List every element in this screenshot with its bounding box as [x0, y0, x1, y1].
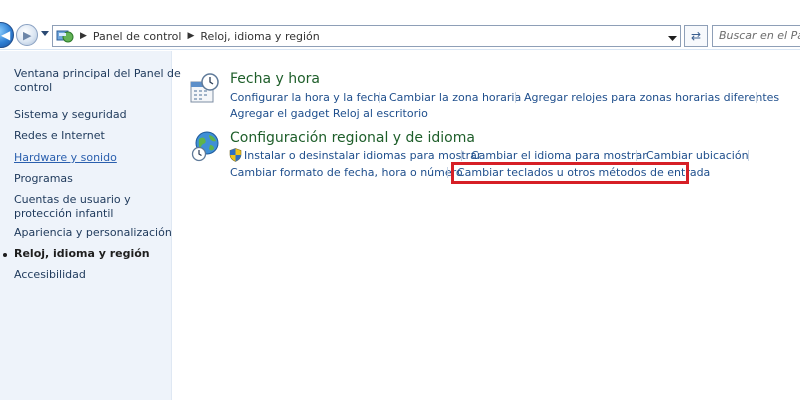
navigation-bar: ◀ ▶ ▶ Panel de control ▶ Reloj, idioma y… — [0, 0, 800, 50]
section-title-fecha-hora[interactable]: Fecha y hora — [230, 71, 320, 87]
recent-pages-dropdown-icon[interactable] — [41, 31, 49, 37]
breadcrumb-item-reloj-idioma-region[interactable]: Reloj, idioma y región — [200, 30, 319, 43]
breadcrumb-separator-icon[interactable]: ▶ — [187, 31, 194, 41]
link-instalar-idiomas[interactable]: Instalar o desinstalar idiomas para most… — [244, 149, 481, 162]
link-separator — [447, 167, 448, 178]
back-arrow-icon: ◀ — [1, 28, 11, 42]
sidebar-item-programas[interactable]: Programas — [14, 172, 73, 186]
forward-arrow-icon: ▶ — [23, 29, 32, 42]
breadcrumb-item-panel-de-control[interactable]: Panel de control — [93, 30, 182, 43]
sidebar-item-sistema-seguridad[interactable]: Sistema y seguridad — [14, 108, 127, 122]
address-bar[interactable]: ▶ Panel de control ▶ Reloj, idioma y reg… — [52, 25, 681, 47]
sidebar-item-cuentas-usuario[interactable]: Cuentas de usuario y — [14, 193, 131, 207]
globe-clock-icon[interactable] — [190, 130, 222, 162]
link-agregar-gadget-reloj[interactable]: Agregar el gadget Reloj al escritorio — [230, 107, 428, 120]
link-cambiar-formato-fecha[interactable]: Cambiar formato de fecha, hora o número — [230, 166, 463, 179]
link-separator — [461, 150, 462, 161]
section-title-configuracion-regional[interactable]: Configuración regional y de idioma — [230, 130, 475, 146]
current-item-bullet-icon — [3, 253, 7, 257]
highlight-annotation-box — [451, 162, 689, 184]
link-configurar-hora-fecha[interactable]: Configurar la hora y la fecha — [230, 91, 387, 104]
link-cambiar-ubicacion[interactable]: Cambiar ubicación — [646, 149, 749, 162]
refresh-button[interactable]: ⇄ — [684, 25, 708, 47]
forward-button[interactable]: ▶ — [16, 24, 38, 46]
refresh-icon: ⇄ — [690, 29, 702, 43]
clock-calendar-icon[interactable] — [189, 72, 221, 104]
sidebar-item-apariencia[interactable]: Apariencia y personalización — [14, 226, 172, 240]
link-separator — [748, 150, 749, 161]
sidebar-item-redes-internet[interactable]: Redes e Internet — [14, 129, 105, 143]
sidebar-item-control-panel-home[interactable]: Ventana principal del Panel de — [14, 67, 181, 81]
sidebar-item-accesibilidad[interactable]: Accesibilidad — [14, 268, 86, 282]
link-cambiar-idioma-mostrar[interactable]: Cambiar el idioma para mostrar — [471, 149, 647, 162]
control-panel-icon — [56, 28, 74, 44]
link-separator — [379, 92, 380, 103]
search-input[interactable]: Buscar en el Panel de control — [712, 25, 800, 47]
sidebar-item-cuentas-usuario-line2[interactable]: protección infantil — [14, 207, 113, 221]
sidebar-item-hardware-sonido[interactable]: Hardware y sonido — [14, 151, 117, 165]
link-separator — [515, 92, 516, 103]
link-separator — [756, 92, 757, 103]
address-dropdown-icon[interactable] — [668, 32, 677, 41]
link-agregar-relojes[interactable]: Agregar relojes para zonas horarias dife… — [524, 91, 779, 104]
uac-shield-icon — [229, 148, 242, 162]
link-cambiar-zona-horaria[interactable]: Cambiar la zona horaria — [389, 91, 521, 104]
sidebar-item-reloj-idioma-region: Reloj, idioma y región — [14, 247, 150, 260]
sidebar-item-control-panel-home-line2[interactable]: control — [14, 81, 52, 95]
link-separator — [636, 150, 637, 161]
back-button[interactable]: ◀ — [0, 22, 14, 48]
breadcrumb-separator-icon[interactable]: ▶ — [80, 31, 87, 41]
